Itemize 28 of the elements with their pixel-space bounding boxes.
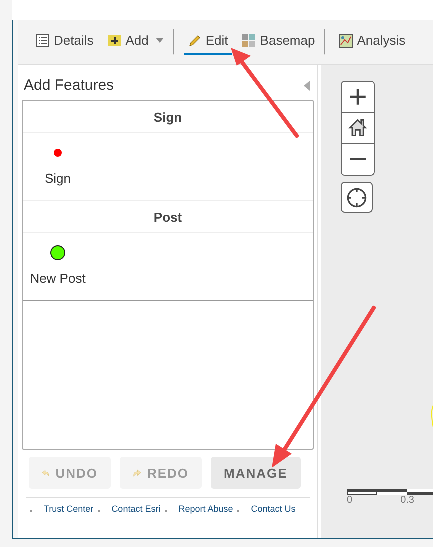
action-button[interactable]: MANAGE [211,457,301,489]
footer-link[interactable]: Contact Us [251,504,296,514]
scale-label: 0 [347,495,353,506]
toolbar-tab[interactable]: Details [32,29,98,55]
plus-icon [349,88,367,106]
locate-icon [346,186,368,208]
zoom-in-button[interactable] [342,82,374,113]
footer-link[interactable]: Report Abuse [178,504,234,514]
footer-link[interactable]: Trust Center [44,504,94,514]
toolbar-tab[interactable]: Analysis [335,29,410,55]
add-icon [108,34,122,48]
pencil-icon [188,34,202,48]
feature-template[interactable]: New Post [23,233,93,286]
grid-icon [242,34,256,48]
group-header: Sign [23,101,313,133]
scale-label: 0.3 [400,495,414,506]
map-icon [339,34,354,48]
minus-icon [350,158,366,161]
locate-button[interactable] [341,182,373,213]
feature-template[interactable]: Sign [23,133,93,186]
caret-icon [156,38,164,43]
list-icon [36,34,50,48]
home-icon [348,118,368,138]
group-header: Post [23,201,313,233]
panel-title: Add Features [24,77,114,94]
footer-link[interactable]: Contact Esri [112,504,161,514]
toolbar-tab[interactable]: Add [104,29,174,55]
toolbar-tab[interactable]: Edit [184,29,232,55]
